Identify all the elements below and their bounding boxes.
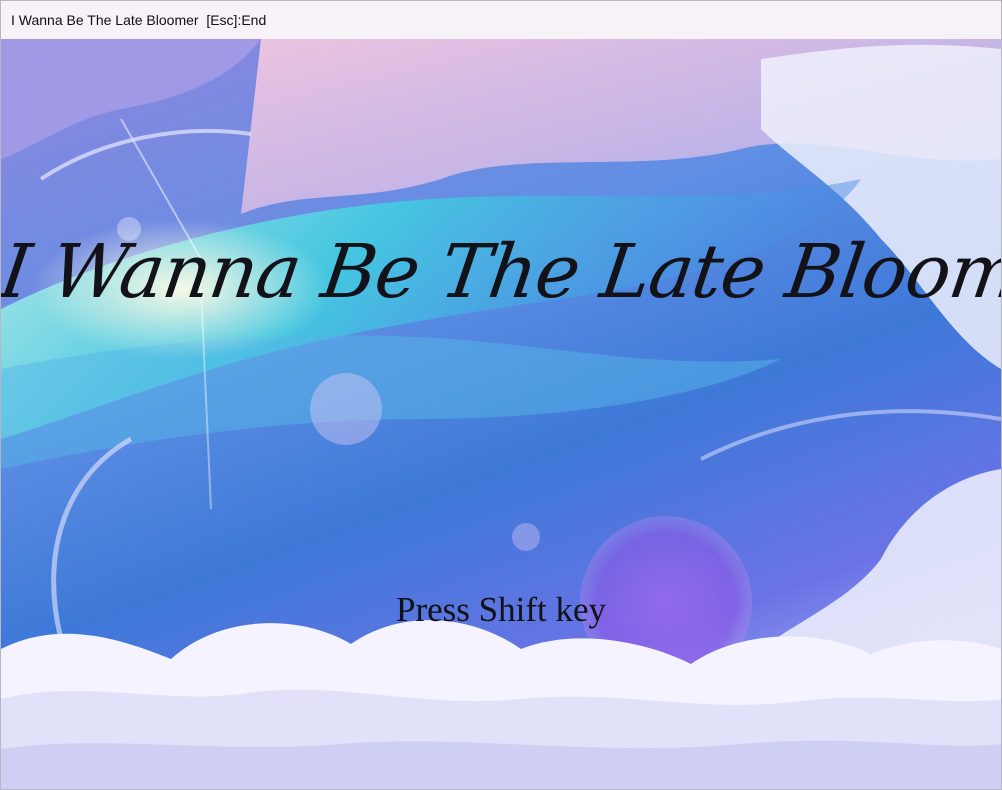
bokeh-circle — [310, 373, 382, 445]
sky-background — [1, 39, 1001, 789]
game-window: I Wanna Be The Late Bloomer [Esc]:End I … — [0, 0, 1002, 790]
window-title: I Wanna Be The Late Bloomer [Esc]:End — [11, 12, 267, 28]
title-bar[interactable]: I Wanna Be The Late Bloomer [Esc]:End — [1, 1, 1001, 39]
game-title-logo: I Wanna Be The Late Bloomer — [1, 229, 1001, 315]
game-screen[interactable]: I Wanna Be The Late Bloomer Press Shift … — [1, 39, 1001, 789]
start-prompt: Press Shift key — [396, 590, 606, 629]
